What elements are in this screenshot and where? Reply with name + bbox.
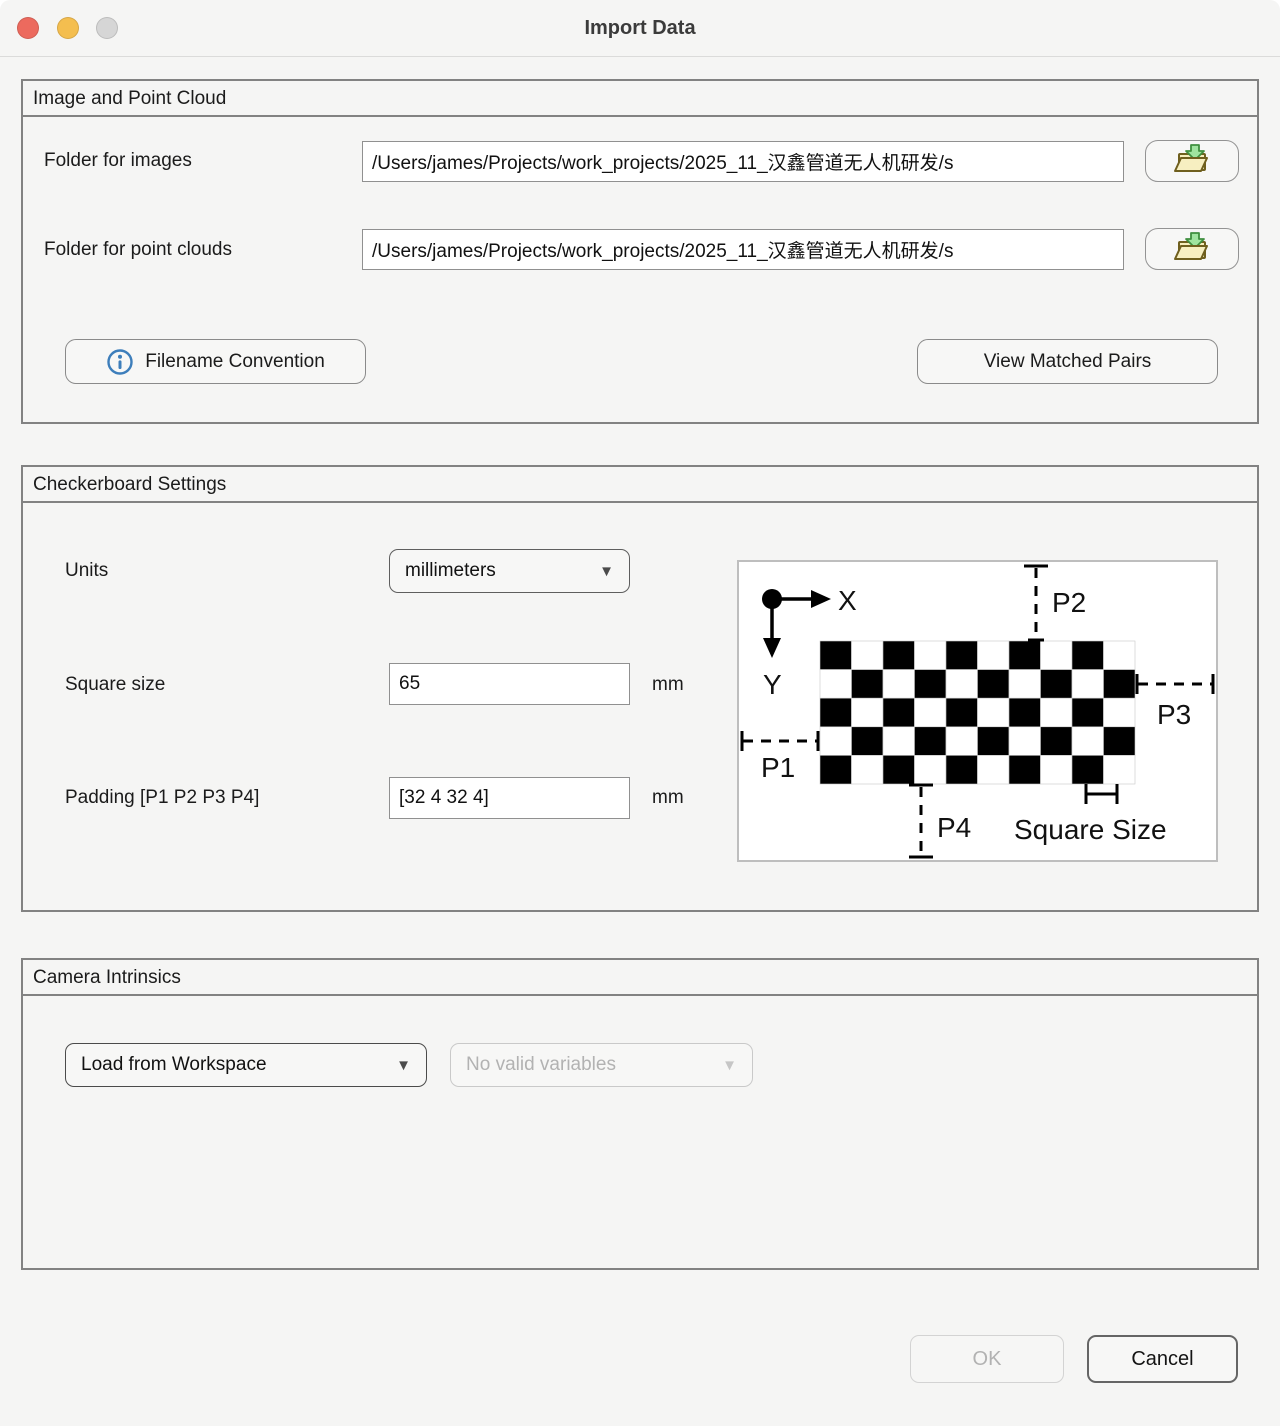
ok-button-label: OK	[973, 1348, 1002, 1371]
padding-label: Padding [P1 P2 P3 P4]	[65, 787, 259, 809]
info-icon	[106, 348, 134, 376]
cancel-button[interactable]: Cancel	[1087, 1335, 1238, 1383]
square-size-input[interactable]: 65	[389, 663, 630, 705]
p3-label: P3	[1157, 699, 1191, 730]
p1-label: P1	[761, 752, 795, 783]
intrinsics-variable-value: No valid variables	[466, 1054, 616, 1076]
chevron-down-icon: ▼	[722, 1057, 737, 1074]
browse-images-button[interactable]	[1145, 140, 1239, 182]
cancel-button-label: Cancel	[1131, 1348, 1193, 1371]
padding-unit: mm	[652, 787, 684, 809]
browse-pointclouds-button[interactable]	[1145, 228, 1239, 270]
axis-y-label: Y	[763, 669, 782, 700]
units-dropdown[interactable]: millimeters ▼	[389, 549, 630, 593]
filename-convention-button[interactable]: Filename Convention	[65, 339, 366, 384]
units-value: millimeters	[405, 560, 496, 582]
group-checkerboard-settings: Checkerboard Settings Units millimeters …	[21, 465, 1259, 912]
intrinsics-source-dropdown[interactable]: Load from Workspace ▼	[65, 1043, 427, 1087]
units-label: Units	[65, 560, 108, 582]
intrinsics-variable-dropdown[interactable]: No valid variables ▼	[450, 1043, 753, 1087]
open-folder-import-icon	[1172, 142, 1212, 181]
minimize-button[interactable]	[57, 17, 79, 39]
close-button[interactable]	[17, 17, 39, 39]
import-data-dialog: Import Data Image and Point Cloud Folder…	[0, 0, 1280, 1426]
window-title: Import Data	[584, 17, 695, 40]
p2-label: P2	[1052, 587, 1086, 618]
p4-label: P4	[937, 812, 971, 843]
view-matched-pairs-button[interactable]: View Matched Pairs	[917, 339, 1218, 384]
folder-images-label: Folder for images	[44, 150, 192, 172]
group-title-image-point-cloud: Image and Point Cloud	[23, 81, 1257, 117]
checkerboard-diagram: X Y P2 P3 P1	[737, 560, 1218, 862]
title-bar: Import Data	[0, 0, 1280, 57]
group-title-checkerboard: Checkerboard Settings	[23, 467, 1257, 503]
ok-button[interactable]: OK	[910, 1335, 1064, 1383]
open-folder-import-icon	[1172, 230, 1212, 269]
chevron-down-icon: ▼	[599, 563, 614, 580]
folder-pointclouds-label: Folder for point clouds	[44, 239, 232, 261]
square-size-annotation: Square Size	[1014, 814, 1167, 845]
group-image-point-cloud: Image and Point Cloud Folder for images …	[21, 79, 1259, 424]
group-camera-intrinsics: Camera Intrinsics Load from Workspace ▼ …	[21, 958, 1259, 1270]
filename-convention-label: Filename Convention	[145, 351, 325, 373]
folder-pointclouds-input[interactable]: /Users/james/Projects/work_projects/2025…	[362, 229, 1124, 270]
axis-x-label: X	[838, 585, 857, 616]
square-size-label: Square size	[65, 674, 165, 696]
folder-images-input[interactable]: /Users/james/Projects/work_projects/2025…	[362, 141, 1124, 182]
padding-input[interactable]: [32 4 32 4]	[389, 777, 630, 819]
zoom-button[interactable]	[96, 17, 118, 39]
intrinsics-source-value: Load from Workspace	[81, 1054, 267, 1076]
view-matched-pairs-label: View Matched Pairs	[984, 351, 1152, 373]
chevron-down-icon: ▼	[396, 1057, 411, 1074]
square-size-unit: mm	[652, 674, 684, 696]
group-title-camera-intrinsics: Camera Intrinsics	[23, 960, 1257, 996]
